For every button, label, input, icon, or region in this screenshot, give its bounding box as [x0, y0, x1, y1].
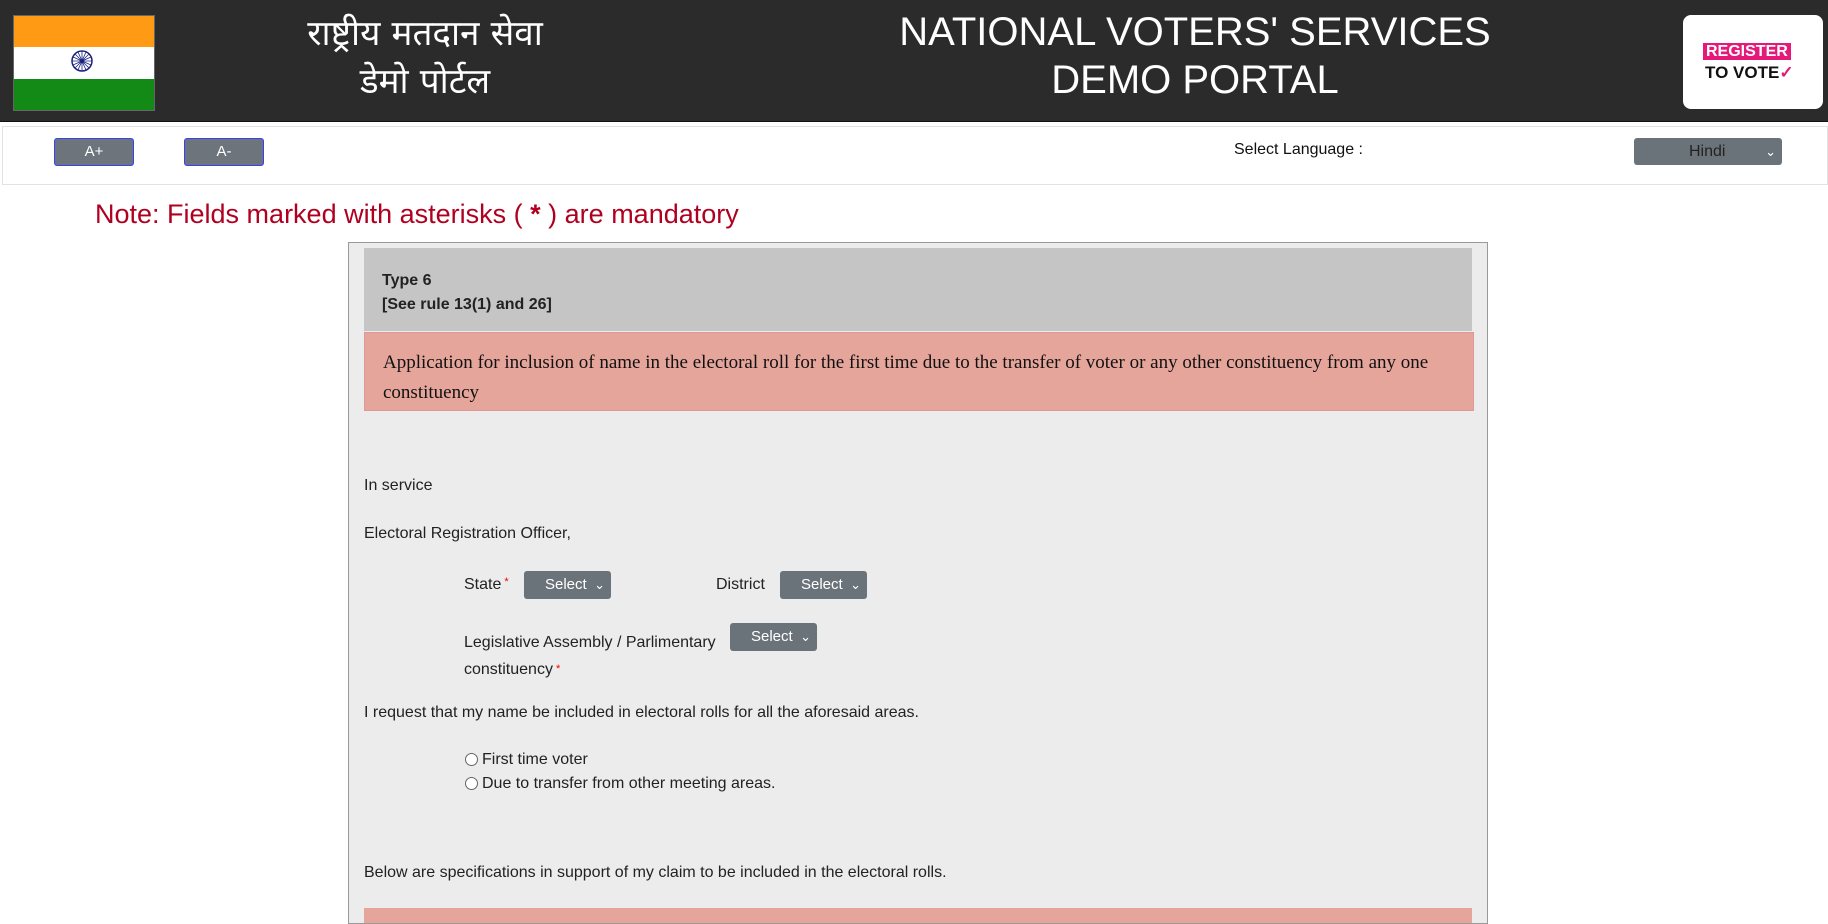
application-title: Application for inclusion of name in the… [364, 332, 1474, 411]
chevron-down-icon: ⌄ [594, 577, 605, 592]
first-time-voter-radio[interactable] [465, 753, 478, 766]
asterisk-symbol: * [530, 199, 541, 229]
chevron-down-icon: ⌄ [850, 577, 861, 592]
transfer-label: Due to transfer from other meeting areas… [482, 775, 776, 792]
portal-title-english: NATIONAL VOTERS' SERVICES DEMO PORTAL [899, 10, 1491, 102]
language-label: Select Language : [1234, 141, 1363, 158]
next-section-header [364, 908, 1472, 923]
officer-text: Electoral Registration Officer, [364, 525, 571, 542]
language-selected-value: Hindi [1689, 143, 1726, 160]
chevron-down-icon: ⌄ [1765, 144, 1776, 159]
transfer-radio[interactable] [465, 777, 478, 790]
mandatory-note: Note: Fields marked with asterisks ( * )… [95, 199, 739, 229]
form-type-header: Type 6 [See rule 13(1) and 26] [364, 248, 1472, 331]
ashoka-chakra-icon [71, 50, 93, 73]
accessibility-toolbar: A+ A- Select Language : Hindi ⌄ [2, 126, 1828, 185]
district-label: District [716, 576, 765, 593]
form-rule-reference: [See rule 13(1) and 26] [382, 296, 552, 313]
language-select[interactable]: Hindi ⌄ [1634, 138, 1782, 165]
logo-text-to-vote: TO VOTE✓ [1705, 63, 1794, 82]
request-text: I request that my name be included in el… [364, 704, 919, 721]
font-decrease-button[interactable]: A- [184, 138, 264, 166]
portal-title-hindi: राष्ट्रीय मतदान सेवा डेमो पोर्टल [307, 14, 543, 102]
form-type-label: Type 6 [382, 272, 432, 289]
specifications-text: Below are specifications in support of m… [364, 864, 947, 881]
in-service-text: In service [364, 477, 433, 494]
font-increase-button[interactable]: A+ [54, 138, 134, 166]
logo-text-register: REGISTER [1703, 43, 1791, 60]
constituency-label: Legislative Assembly / Parlimentary cons… [464, 634, 716, 678]
chevron-down-icon: ⌄ [800, 629, 811, 644]
state-label: State * [464, 576, 509, 593]
first-time-voter-label: First time voter [482, 751, 588, 768]
constituency-select[interactable]: Select ⌄ [730, 623, 817, 651]
india-flag-icon [13, 15, 155, 111]
register-to-vote-logo: REGISTER TO VOTE✓ [1683, 15, 1823, 109]
application-form: Type 6 [See rule 13(1) and 26] Applicati… [348, 242, 1488, 924]
state-select[interactable]: Select ⌄ [524, 571, 611, 599]
district-select[interactable]: Select ⌄ [780, 571, 867, 599]
site-header: राष्ट्रीय मतदान सेवा डेमो पोर्टल NATIONA… [0, 0, 1828, 122]
